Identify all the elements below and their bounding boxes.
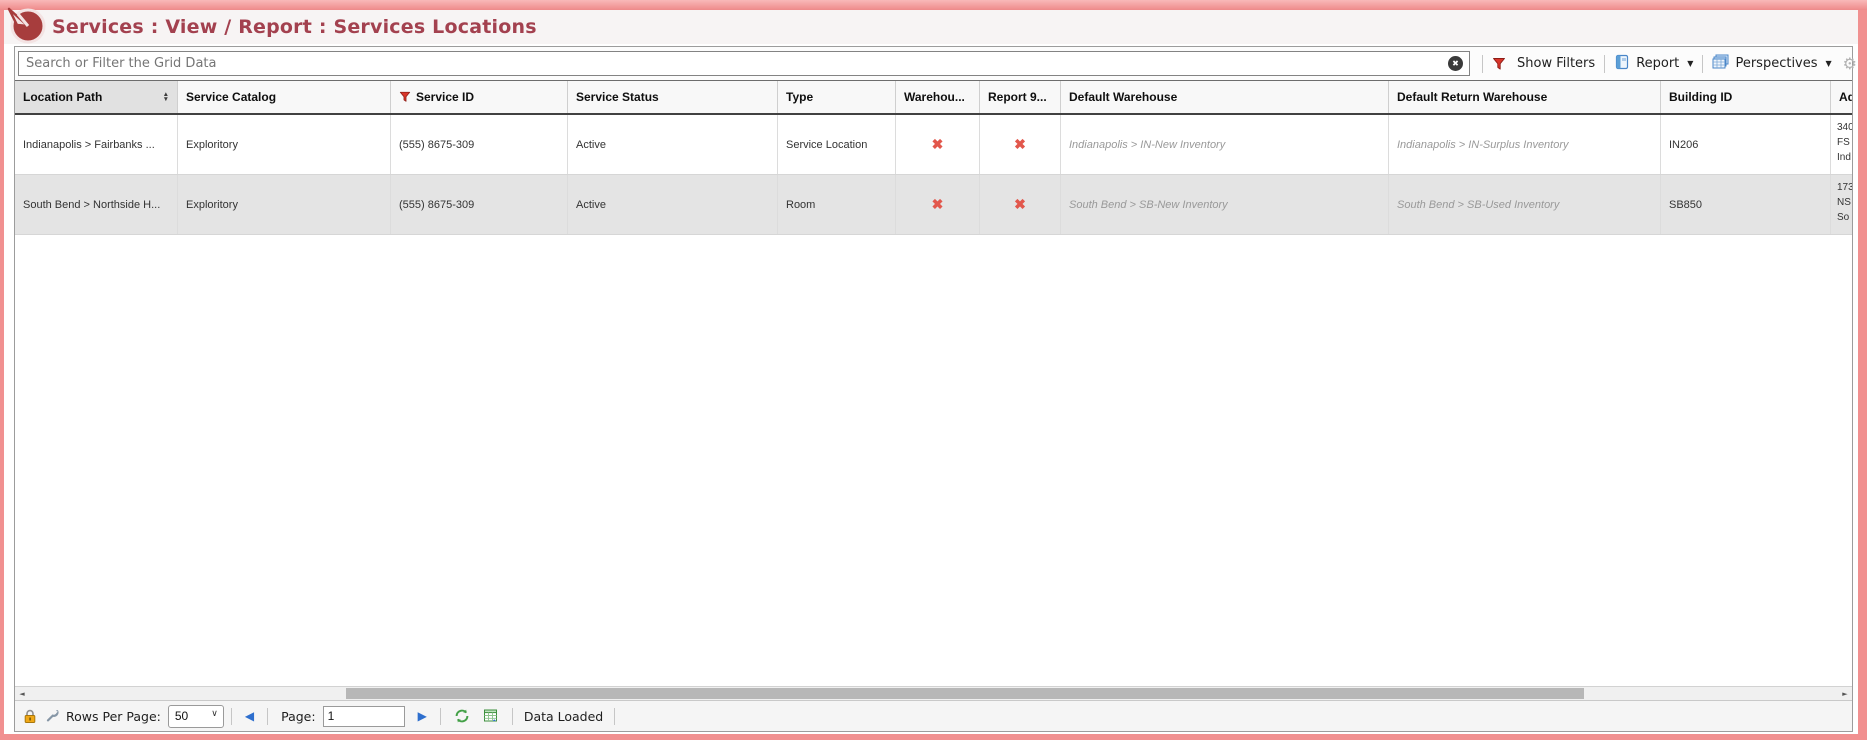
filter-funnel-icon — [1492, 57, 1506, 71]
toolbar-divider — [1482, 55, 1483, 73]
cell-default-warehouse: South Bend > SB-New Inventory — [1061, 175, 1389, 234]
cell-service-status: Active — [568, 115, 778, 174]
cell-address: 340 FS Ind — [1831, 115, 1852, 174]
page-label: Page: — [281, 709, 315, 724]
statusbar-divider — [267, 708, 268, 725]
column-header-type[interactable]: Type — [778, 81, 896, 113]
search-input[interactable] — [18, 51, 1470, 76]
cell-warehouse-flag: ✖ — [896, 175, 980, 234]
rows-per-page-select[interactable]: 50 — [169, 706, 223, 727]
refresh-icon[interactable] — [454, 708, 470, 724]
window-top-border — [0, 0, 1867, 10]
report-label: Report — [1636, 56, 1679, 71]
x-mark-icon: ✖ — [1014, 196, 1026, 213]
rows-per-page-label: Rows Per Page: — [66, 709, 161, 724]
page-title: Services : View / Report : Services Loca… — [52, 16, 537, 38]
cell-service-catalog: Exploritory — [178, 115, 391, 174]
settings-gear-icon[interactable]: ⚙ — [1843, 56, 1857, 72]
rows-per-page-select-box: 50 ∨ — [168, 705, 224, 728]
cell-service-status: Active — [568, 175, 778, 234]
toolbar-right: Show Filters Report — [1482, 54, 1857, 74]
cell-service-catalog: Exploritory — [178, 175, 391, 234]
statusbar-divider — [440, 708, 441, 725]
app-window: Services : View / Report : Services Loca… — [0, 0, 1867, 740]
column-header-location-path[interactable]: Location Path ▲▼ — [15, 81, 178, 113]
column-header-service-status[interactable]: Service Status — [568, 81, 778, 113]
status-bar: Rows Per Page: 50 ∨ ◀ Page: ▶ — [15, 700, 1852, 731]
page-number-input[interactable] — [323, 706, 405, 727]
statusbar-divider — [231, 708, 232, 725]
perspectives-label: Perspectives — [1735, 56, 1817, 71]
x-mark-icon: ✖ — [932, 196, 944, 213]
statusbar-divider — [512, 708, 513, 725]
cell-building-id: SB850 — [1661, 175, 1831, 234]
toolbar-divider — [1702, 55, 1703, 73]
x-mark-icon: ✖ — [932, 136, 944, 153]
scrollbar-thumb[interactable] — [346, 688, 1584, 699]
cell-building-id: IN206 — [1661, 115, 1831, 174]
next-page-button[interactable]: ▶ — [418, 710, 427, 722]
report-button[interactable]: Report ▼ — [1614, 54, 1693, 74]
column-header-service-id[interactable]: Service ID — [391, 81, 568, 113]
lock-icon[interactable] — [23, 709, 37, 724]
perspectives-dropdown-caret-icon: ▼ — [1826, 59, 1832, 68]
search-wrap: ✖ — [18, 51, 1470, 76]
scroll-left-arrow-icon[interactable]: ◄ — [15, 687, 29, 700]
grid-toolbar: ✖ Show Filters — [15, 47, 1852, 81]
table-row[interactable]: South Bend > Northside H... Exploritory … — [15, 175, 1852, 235]
column-header-building-id[interactable]: Building ID — [1661, 81, 1831, 113]
wrench-icon[interactable] — [44, 709, 59, 724]
column-filter-funnel-icon — [399, 91, 411, 103]
perspectives-icon — [1712, 54, 1729, 74]
status-message: Data Loaded — [524, 709, 603, 724]
cell-default-warehouse: Indianapolis > IN-New Inventory — [1061, 115, 1389, 174]
cell-service-id: (555) 8675-309 — [391, 115, 568, 174]
column-header-address[interactable]: Ad — [1831, 81, 1852, 113]
cell-service-id: (555) 8675-309 — [391, 175, 568, 234]
cell-type: Room — [778, 175, 896, 234]
clear-search-icon[interactable]: ✖ — [1448, 56, 1463, 71]
cell-address: 173 NS So — [1831, 175, 1852, 234]
grid-empty-area — [15, 235, 1852, 686]
cell-location-path: Indianapolis > Fairbanks ... — [15, 115, 178, 174]
x-mark-icon: ✖ — [1014, 136, 1026, 153]
cell-report9-flag: ✖ — [980, 115, 1061, 174]
report-dropdown-caret-icon: ▼ — [1687, 59, 1693, 68]
perspectives-button[interactable]: Perspectives ▼ — [1712, 54, 1831, 74]
previous-page-button[interactable]: ◀ — [245, 710, 254, 722]
scroll-right-arrow-icon[interactable]: ► — [1838, 687, 1852, 700]
show-filters-button[interactable]: Show Filters — [1492, 56, 1595, 71]
cell-report9-flag: ✖ — [980, 175, 1061, 234]
horizontal-scrollbar[interactable]: ◄ ► — [15, 686, 1852, 700]
main-panel: ✖ Show Filters — [4, 44, 1858, 734]
app-header: Services : View / Report : Services Loca… — [4, 10, 1858, 44]
toolbar-divider — [1604, 55, 1605, 73]
column-header-warehouse[interactable]: Warehou... — [896, 81, 980, 113]
sort-icon: ▲▼ — [163, 92, 169, 102]
cell-default-return-warehouse: Indianapolis > IN-Surplus Inventory — [1389, 115, 1661, 174]
statusbar-divider — [614, 708, 615, 725]
column-header-default-return-warehouse[interactable]: Default Return Warehouse — [1389, 81, 1661, 113]
column-header-default-warehouse[interactable]: Default Warehouse — [1061, 81, 1389, 113]
export-grid-icon[interactable] — [483, 708, 499, 724]
cell-warehouse-flag: ✖ — [896, 115, 980, 174]
column-header-service-catalog[interactable]: Service Catalog — [178, 81, 391, 113]
cell-type: Service Location — [778, 115, 896, 174]
app-logo-icon — [5, 1, 49, 47]
grid-panel: ✖ Show Filters — [14, 46, 1853, 732]
cell-location-path: South Bend > Northside H... — [15, 175, 178, 234]
show-filters-label: Show Filters — [1517, 56, 1595, 71]
table-row[interactable]: Indianapolis > Fairbanks ... Exploritory… — [15, 115, 1852, 175]
cell-default-return-warehouse: South Bend > SB-Used Inventory — [1389, 175, 1661, 234]
report-icon — [1614, 54, 1630, 74]
grid-header-row: Location Path ▲▼ Service Catalog Service… — [15, 81, 1852, 115]
column-header-report9[interactable]: Report 9... — [980, 81, 1061, 113]
